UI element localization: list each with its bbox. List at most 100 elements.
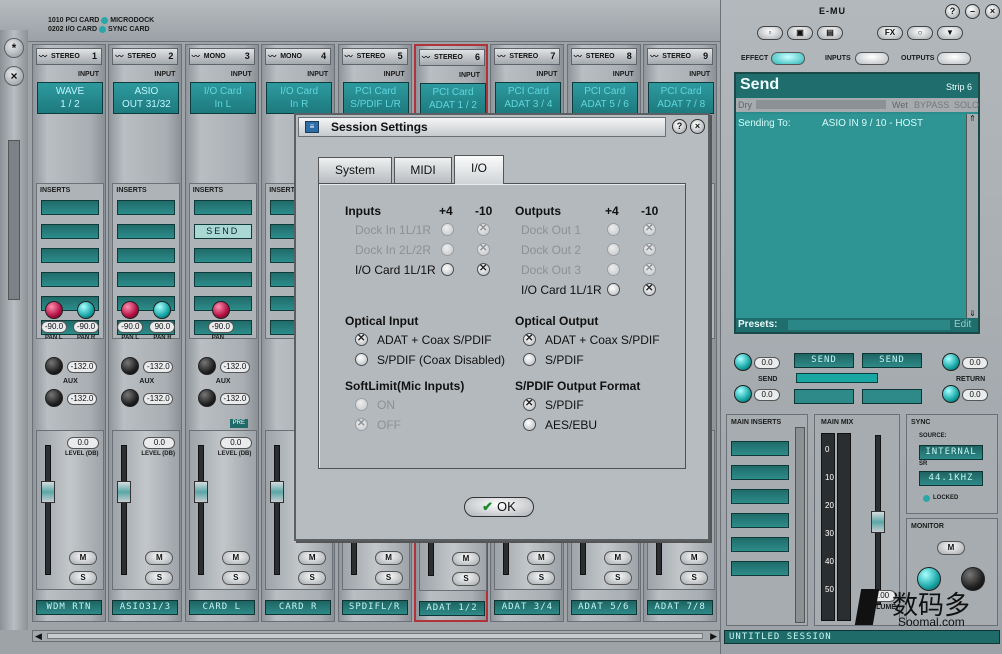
minimize-icon[interactable]: –	[965, 4, 980, 19]
return-knob-1[interactable]	[942, 353, 960, 371]
solo-button[interactable]: S	[374, 571, 403, 585]
mute-button[interactable]: M	[527, 551, 556, 565]
scroll-left-icon[interactable]: ◀	[35, 631, 42, 642]
input-select[interactable]: WAVE 1 / 2	[37, 82, 103, 114]
mute-button[interactable]: M	[298, 551, 327, 565]
solo-button[interactable]: S	[603, 571, 632, 585]
strip-name-lcd[interactable]: ADAT 7/8	[647, 600, 714, 615]
solo-button[interactable]: SOLO	[954, 98, 979, 112]
main-insert-slot[interactable]	[731, 465, 789, 480]
input-select[interactable]: PCI Card ADAT 5 / 6	[571, 82, 638, 114]
rail-star-button[interactable]: *	[4, 38, 24, 58]
strip-name[interactable]: 〰 STEREO 8	[570, 48, 637, 65]
strip-name[interactable]: 〰 STEREO 9	[647, 48, 714, 65]
inputs-minus10-radio[interactable]	[477, 263, 490, 276]
insert-slot[interactable]	[117, 200, 176, 215]
aux-knob-1[interactable]	[45, 357, 63, 375]
scroll-up-icon[interactable]: ⇑	[967, 114, 978, 123]
solo-button[interactable]: S	[221, 571, 250, 585]
fader-track[interactable]	[45, 445, 51, 575]
strip-name-lcd[interactable]: CARD R	[265, 600, 332, 615]
mute-button[interactable]: M	[69, 551, 97, 565]
input-select[interactable]: PCI Card ADAT 7 / 8	[648, 82, 715, 114]
help-icon[interactable]: ?	[945, 4, 960, 19]
send-knob-2[interactable]	[734, 385, 752, 403]
input-select[interactable]: I/O Card In R	[266, 82, 333, 114]
new-session-button[interactable]: ▫	[757, 26, 783, 40]
mute-button[interactable]: M	[145, 551, 174, 565]
return-knob-2[interactable]	[942, 385, 960, 403]
monitor-mute-button[interactable]: M	[937, 541, 965, 555]
inputs-tab-button[interactable]	[855, 52, 889, 65]
insert-slot[interactable]	[117, 224, 176, 239]
outputs-tab-button[interactable]	[937, 52, 971, 65]
fx-button[interactable]: FX	[877, 26, 903, 40]
optical_input-radio[interactable]	[355, 353, 368, 366]
strip-name-lcd[interactable]: SPDIFL/R	[341, 600, 408, 615]
aux-knob-2[interactable]	[45, 389, 63, 407]
strip-name[interactable]: 〰 STEREO 5	[341, 48, 408, 65]
mute-button[interactable]: M	[603, 551, 632, 565]
fader-track[interactable]	[121, 445, 128, 575]
input-select[interactable]: ASIO OUT 31/32	[113, 82, 180, 114]
save-session-button[interactable]: ▤	[817, 26, 843, 40]
insert-slot[interactable]: SEND	[193, 224, 252, 239]
send-knob-1[interactable]	[734, 353, 752, 371]
solo-button[interactable]: S	[298, 571, 327, 585]
insert-slot[interactable]	[41, 224, 99, 239]
strip-name-lcd[interactable]: WDM RTN	[36, 600, 102, 615]
strip-name[interactable]: 〰 MONO 4	[265, 48, 332, 65]
strip-name-lcd[interactable]: CARD L	[188, 600, 255, 615]
optical_output-radio[interactable]	[523, 353, 536, 366]
effect-tab-button[interactable]	[771, 52, 805, 65]
pre-badge[interactable]: PRE	[229, 419, 248, 428]
aux-knob-2[interactable]	[197, 389, 216, 407]
dialog-help-button[interactable]: ?	[672, 119, 687, 134]
fader-knob[interactable]	[41, 481, 55, 503]
insert-slot[interactable]	[117, 248, 176, 263]
tab-io[interactable]: I/O	[454, 155, 504, 184]
solo-button[interactable]: S	[527, 571, 556, 585]
solo-button[interactable]: S	[145, 571, 174, 585]
aux-knob-1[interactable]	[121, 357, 140, 375]
spdif_format-radio[interactable]	[523, 418, 536, 431]
insert-slot[interactable]	[193, 272, 252, 287]
strip-name-lcd[interactable]: ADAT 5/6	[570, 600, 637, 615]
outputs-minus10-radio[interactable]	[643, 283, 656, 296]
spdif_format-radio[interactable]	[523, 398, 536, 411]
strip-name[interactable]: 〰 MONO 3	[188, 48, 255, 65]
tab-midi[interactable]: MIDI	[394, 157, 452, 183]
solo-button[interactable]: S	[452, 572, 480, 586]
solo-button[interactable]: S	[69, 571, 97, 585]
aux-knob-2[interactable]	[121, 389, 140, 407]
rail-close-button[interactable]: ×	[4, 66, 24, 86]
insert-slot[interactable]	[117, 272, 176, 287]
insert-slot[interactable]	[41, 272, 99, 287]
pan-knob[interactable]	[211, 301, 230, 319]
strip-name[interactable]: 〰 STEREO 7	[494, 48, 561, 65]
insert-slot[interactable]	[41, 248, 99, 263]
close-icon[interactable]: ×	[985, 4, 1000, 19]
dry-wet-slider[interactable]	[756, 100, 886, 109]
mute-button[interactable]: M	[221, 551, 250, 565]
tab-system[interactable]: System	[318, 157, 392, 183]
strip-scrollbar[interactable]	[8, 140, 20, 300]
source-value[interactable]: INTERNAL	[919, 445, 983, 460]
insert-slot[interactable]	[193, 200, 252, 215]
send-slot-3[interactable]	[794, 389, 854, 404]
strip-name[interactable]: 〰 STEREO 1	[36, 48, 102, 65]
fader-knob[interactable]	[193, 481, 208, 503]
bypass-button[interactable]: BYPASS	[914, 98, 949, 112]
strip-name-lcd[interactable]: ADAT 3/4	[494, 600, 561, 615]
strip-name[interactable]: 〰 STEREO 6	[419, 49, 485, 66]
fader-track[interactable]	[197, 445, 204, 575]
input-select[interactable]: PCI Card S/PDIF L/R	[342, 82, 409, 114]
fader-track[interactable]	[274, 445, 281, 575]
strip-name[interactable]: 〰 STEREO 2	[112, 48, 179, 65]
pan-knob[interactable]	[77, 301, 95, 319]
dialog-menu-icon[interactable]: ≡	[305, 121, 319, 133]
mute-button[interactable]: M	[680, 551, 709, 565]
menu-button[interactable]: ▼	[937, 26, 963, 40]
presets-field[interactable]	[788, 320, 950, 330]
send-scrollbar[interactable]: ⇑ ⇓	[966, 114, 978, 318]
